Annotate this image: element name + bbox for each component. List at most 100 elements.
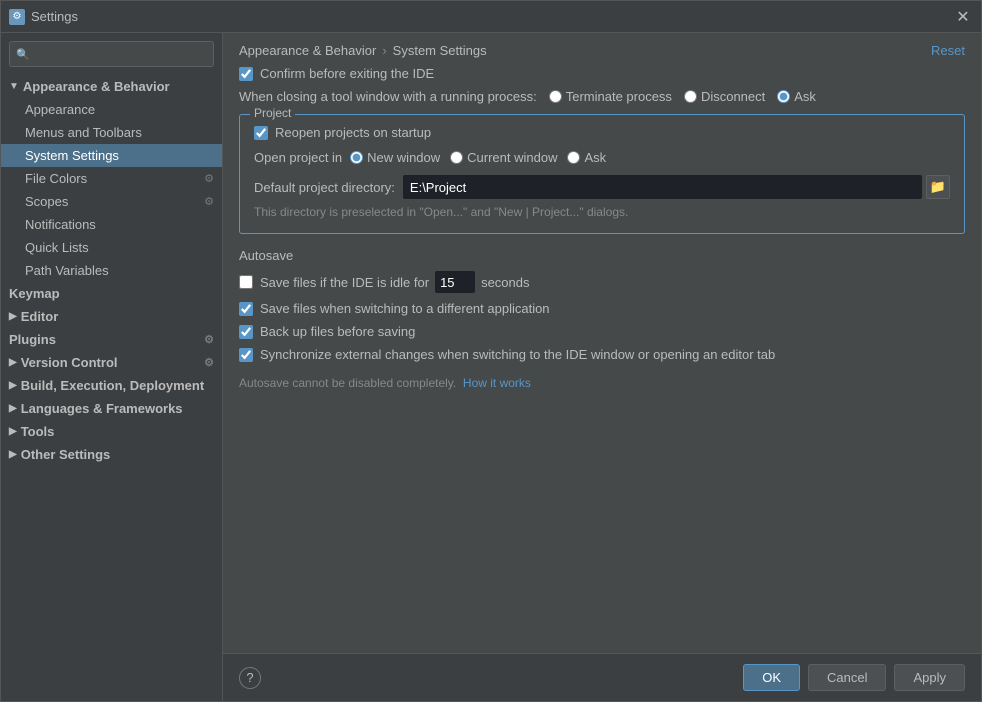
sync-checkbox[interactable] <box>239 348 253 362</box>
sidebar-item-languages-frameworks[interactable]: ▶ Languages & Frameworks <box>1 397 222 420</box>
sidebar-item-scopes[interactable]: Scopes ⚙ <box>1 190 222 213</box>
confirm-exit-label[interactable]: Confirm before exiting the IDE <box>260 66 434 81</box>
default-dir-row: Default project directory: 📁 <box>254 175 950 199</box>
open-in-label: Open project in <box>254 150 342 165</box>
project-group-title: Project <box>250 106 295 120</box>
idle-label-after: seconds <box>481 275 529 290</box>
sidebar-item-path-variables[interactable]: Path Variables <box>1 259 222 282</box>
sidebar-item-tools[interactable]: ▶ Tools <box>1 420 222 443</box>
window-title: Settings <box>31 9 953 24</box>
ask-closing-radio-label[interactable]: Ask <box>777 89 816 104</box>
breadcrumb-separator: › <box>382 43 386 58</box>
search-icon: 🔍 <box>16 48 30 61</box>
arrow-icon: ▶ <box>9 357 17 368</box>
sidebar-item-quick-lists[interactable]: Quick Lists <box>1 236 222 259</box>
sidebar-item-keymap[interactable]: Keymap <box>1 282 222 305</box>
sidebar-item-menus-toolbars[interactable]: Menus and Toolbars <box>1 121 222 144</box>
confirm-exit-checkbox[interactable] <box>239 67 253 81</box>
breadcrumb: Appearance & Behavior › System Settings <box>239 43 487 58</box>
ask-closing-label: Ask <box>794 89 816 104</box>
open-project-in-row: Open project in New window Current windo… <box>254 150 950 165</box>
sync-external-row: Synchronize external changes when switch… <box>239 347 965 362</box>
ask-openin-radio[interactable] <box>567 151 580 164</box>
arrow-icon: ▼ <box>9 81 19 92</box>
terminate-label: Terminate process <box>566 89 672 104</box>
idle-checkbox[interactable] <box>239 275 253 289</box>
reopen-label[interactable]: Reopen projects on startup <box>275 125 431 140</box>
app-icon: ⚙ <box>9 9 25 25</box>
reopen-row: Reopen projects on startup <box>254 125 950 140</box>
autosave-title: Autosave <box>239 248 965 263</box>
sync-label[interactable]: Synchronize external changes when switch… <box>260 347 775 362</box>
search-box[interactable]: 🔍 <box>9 41 214 67</box>
footer: ? OK Cancel Apply <box>223 653 981 701</box>
breadcrumb-bar: Appearance & Behavior › System Settings … <box>223 33 981 66</box>
disconnect-radio-label[interactable]: Disconnect <box>684 89 765 104</box>
footer-left: ? <box>239 667 261 689</box>
current-window-radio-label[interactable]: Current window <box>450 150 557 165</box>
settings-body: Confirm before exiting the IDE When clos… <box>223 66 981 653</box>
sidebar-item-file-colors[interactable]: File Colors ⚙ <box>1 167 222 190</box>
backup-checkbox[interactable] <box>239 325 253 339</box>
default-dir-input[interactable] <box>403 175 922 199</box>
arrow-icon: ▶ <box>9 403 17 414</box>
terminate-radio[interactable] <box>549 90 562 103</box>
gear-icon: ⚙ <box>204 333 214 346</box>
closing-label: When closing a tool window with a runnin… <box>239 89 537 104</box>
arrow-icon: ▶ <box>9 449 17 460</box>
folder-button[interactable]: 📁 <box>926 175 950 199</box>
apply-button[interactable]: Apply <box>894 664 965 691</box>
reopen-checkbox[interactable] <box>254 126 268 140</box>
current-window-label: Current window <box>467 150 557 165</box>
confirm-exit-row: Confirm before exiting the IDE <box>239 66 965 81</box>
ok-button[interactable]: OK <box>743 664 800 691</box>
switch-app-label[interactable]: Save files when switching to a different… <box>260 301 550 316</box>
main-layout: 🔍 ▼ Appearance & Behavior Appearance Men… <box>1 33 981 701</box>
sidebar: 🔍 ▼ Appearance & Behavior Appearance Men… <box>1 33 223 701</box>
idle-row: Save files if the IDE is idle for second… <box>239 271 965 293</box>
project-group: Project Reopen projects on startup Open … <box>239 114 965 234</box>
search-input[interactable] <box>34 47 207 61</box>
switch-app-checkbox[interactable] <box>239 302 253 316</box>
sidebar-item-appearance-behavior[interactable]: ▼ Appearance & Behavior <box>1 75 222 98</box>
sidebar-item-version-control[interactable]: ▶ Version Control ⚙ <box>1 351 222 374</box>
current-window-radio[interactable] <box>450 151 463 164</box>
sidebar-item-other-settings[interactable]: ▶ Other Settings <box>1 443 222 466</box>
closing-tool-window-row: When closing a tool window with a runnin… <box>239 89 965 104</box>
ask-closing-radio[interactable] <box>777 90 790 103</box>
ask-openin-label: Ask <box>584 150 606 165</box>
ask-openin-radio-label[interactable]: Ask <box>567 150 606 165</box>
sidebar-item-build-execution[interactable]: ▶ Build, Execution, Deployment <box>1 374 222 397</box>
how-it-works-link[interactable]: How it works <box>463 376 531 390</box>
sidebar-item-editor[interactable]: ▶ Editor <box>1 305 222 328</box>
sidebar-item-system-settings[interactable]: System Settings <box>1 144 222 167</box>
backup-row: Back up files before saving <box>239 324 965 339</box>
dir-hint: This directory is preselected in "Open..… <box>254 205 950 219</box>
cancel-button[interactable]: Cancel <box>808 664 886 691</box>
terminate-radio-label[interactable]: Terminate process <box>549 89 672 104</box>
arrow-icon: ▶ <box>9 426 17 437</box>
idle-label-before[interactable]: Save files if the IDE is idle for <box>260 275 429 290</box>
help-button[interactable]: ? <box>239 667 261 689</box>
reset-button[interactable]: Reset <box>931 43 965 58</box>
sidebar-item-notifications[interactable]: Notifications <box>1 213 222 236</box>
breadcrumb-parent: Appearance & Behavior <box>239 43 376 58</box>
close-button[interactable]: ✕ <box>953 7 973 27</box>
arrow-icon: ▶ <box>9 311 17 322</box>
disconnect-radio[interactable] <box>684 90 697 103</box>
backup-label[interactable]: Back up files before saving <box>260 324 415 339</box>
idle-input[interactable] <box>435 271 475 293</box>
autosave-section: Autosave Save files if the IDE is idle f… <box>239 248 965 390</box>
default-dir-label: Default project directory: <box>254 180 395 195</box>
gear-icon: ⚙ <box>204 195 214 208</box>
title-bar: ⚙ Settings ✕ <box>1 1 981 33</box>
sidebar-item-appearance[interactable]: Appearance <box>1 98 222 121</box>
new-window-label: New window <box>367 150 440 165</box>
new-window-radio-label[interactable]: New window <box>350 150 440 165</box>
new-window-radio[interactable] <box>350 151 363 164</box>
sidebar-item-plugins[interactable]: Plugins ⚙ <box>1 328 222 351</box>
settings-window: ⚙ Settings ✕ 🔍 ▼ Appearance & Behavior A… <box>0 0 982 702</box>
switch-app-row: Save files when switching to a different… <box>239 301 965 316</box>
autosave-note: Autosave cannot be disabled completely. … <box>239 376 965 390</box>
arrow-icon: ▶ <box>9 380 17 391</box>
